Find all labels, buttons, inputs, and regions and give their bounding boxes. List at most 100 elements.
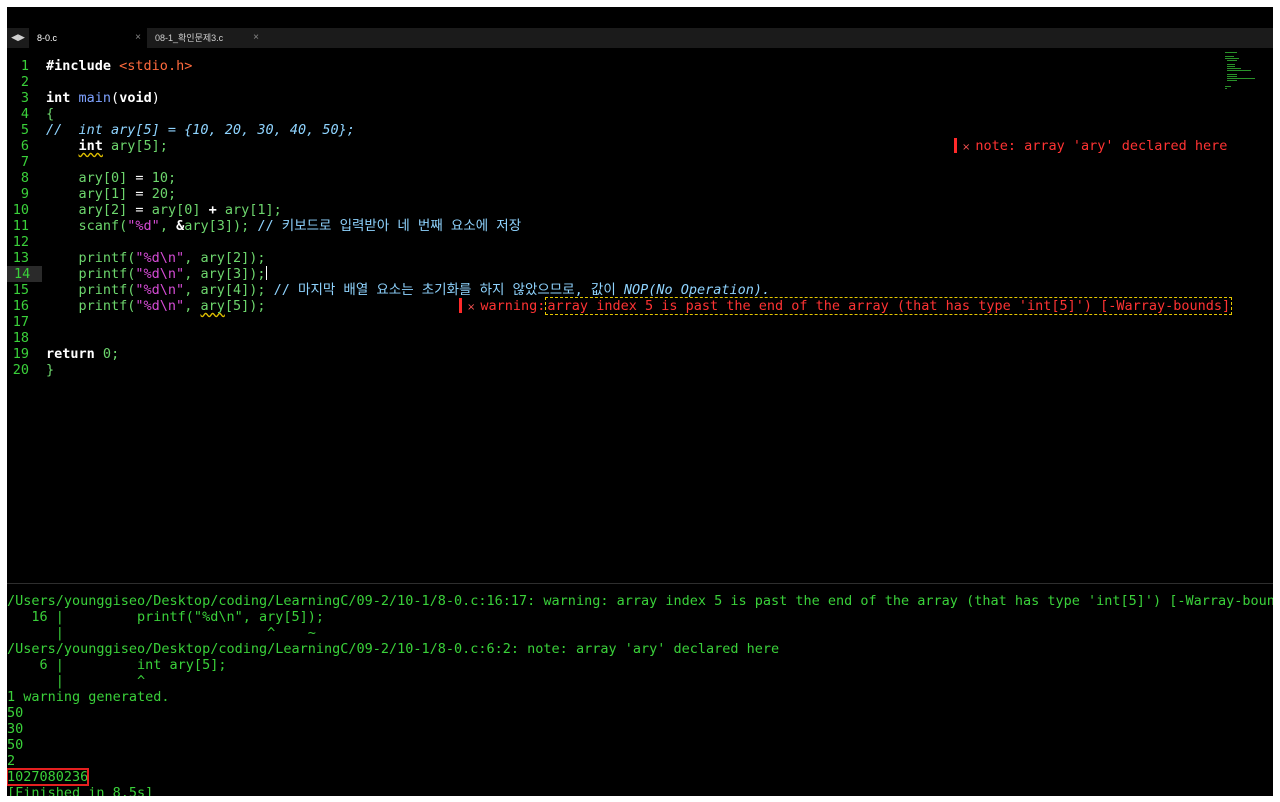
- number: 10: [151, 170, 168, 186]
- text-cursor: [265, 266, 267, 280]
- code-line-16: printf("%d\n", ary[5]);: [46, 298, 266, 314]
- string-literal: "%d": [127, 218, 160, 234]
- close-icon[interactable]: ×: [962, 142, 970, 153]
- output-line: 1 warning generated.: [7, 689, 170, 705]
- line-number: 19: [12, 346, 29, 362]
- function-name: main: [78, 90, 112, 106]
- line-number: 12: [12, 234, 29, 250]
- line-number: 10: [12, 202, 29, 218]
- minimap[interactable]: [1225, 52, 1255, 92]
- tab-8-0-c[interactable]: 8-0.c ×: [29, 28, 147, 48]
- call-end: );: [249, 282, 274, 298]
- close-icon[interactable]: ×: [135, 28, 141, 48]
- semicolon: ;: [111, 346, 120, 362]
- paren: ): [151, 90, 160, 106]
- forward-arrow-icon[interactable]: ▶: [18, 33, 25, 43]
- build-output-panel[interactable]: /Users/younggiseo/Desktop/coding/Learnin…: [7, 583, 1273, 796]
- array-index: [5]: [224, 298, 250, 314]
- code-line-1: #include <stdio.h>: [46, 58, 192, 74]
- semicolon: ;: [273, 202, 282, 218]
- line-number: 20: [12, 362, 29, 378]
- array-element: ary[1]: [78, 186, 128, 202]
- warning-label: warning:: [480, 298, 546, 314]
- output-line: 50: [7, 737, 24, 753]
- code-line-14: printf("%d\n", ary[3]);: [46, 266, 267, 282]
- declaration: ary[5];: [102, 138, 168, 154]
- comment: // 마지막 배열 요소는 초기화를 하지 않았으므로, 값이: [273, 282, 624, 298]
- include-directive: #include: [46, 58, 112, 74]
- output-line: 50: [7, 705, 24, 721]
- tab-label: 08-1_확인문제3.c: [155, 33, 224, 43]
- string-literal: "%d\n": [135, 282, 185, 298]
- comma: ,: [184, 298, 201, 314]
- array-element: ary[0]: [78, 170, 128, 186]
- operator: =: [127, 202, 152, 218]
- string-literal: "%d\n": [135, 250, 185, 266]
- semicolon: ;: [167, 170, 177, 186]
- warning-text: array index 5 is past the end of the arr…: [545, 297, 1233, 315]
- array-element: ary[0]: [151, 202, 201, 218]
- line-number: 17: [12, 314, 29, 330]
- operator: =: [127, 170, 152, 186]
- line-number: 9: [20, 186, 29, 202]
- line-number: 6: [20, 138, 29, 154]
- line-number: 3: [20, 90, 29, 106]
- output-line: /Users/younggiseo/Desktop/coding/Learnin…: [7, 593, 1273, 609]
- code-line-4: {: [46, 106, 55, 122]
- function-call: printf(: [78, 298, 136, 314]
- tab-nav-arrows[interactable]: ◀▶: [7, 28, 29, 48]
- call-end: );: [249, 250, 266, 266]
- output-line-highlighted: 1027080236: [7, 768, 90, 786]
- string-literal: "%d\n": [135, 266, 185, 282]
- code-line-8: ary[0] = 10;: [46, 170, 177, 186]
- comma: ,: [184, 250, 201, 266]
- operator: +: [200, 202, 225, 218]
- output-line: 30: [7, 721, 24, 737]
- tab-label: 8-0.c: [37, 33, 58, 43]
- inline-warning-annotation[interactable]: × warning: array index 5 is past the end o…: [459, 297, 1233, 316]
- array-element: ary[4]: [200, 282, 250, 298]
- param-keyword: void: [119, 90, 152, 106]
- code-line-10: ary[2] = ary[0] + ary[1];: [46, 202, 282, 218]
- output-line: 16 | printf("%d\n", ary[5]);: [7, 609, 324, 625]
- code-line-6: int ary[5];: [46, 138, 168, 154]
- type-keyword: int: [78, 138, 103, 154]
- tab-08-1-c[interactable]: 08-1_확인문제3.c ×: [147, 28, 265, 48]
- array-element: ary[2]: [200, 250, 250, 266]
- code-line-13: printf("%d\n", ary[2]);: [46, 250, 266, 266]
- sublime-text-window: ◀▶ 8-0.c × 08-1_확인문제3.c × 1 2 3 4 5 6 7 …: [7, 7, 1273, 796]
- output-finished-line: [Finished in 8.5s]: [7, 785, 154, 796]
- back-arrow-icon[interactable]: ◀: [11, 33, 18, 43]
- line-number: 4: [20, 106, 29, 122]
- note-text: note: array 'ary' declared here: [975, 138, 1228, 154]
- line-number: 7: [20, 154, 29, 170]
- array-element: ary[2]: [78, 202, 128, 218]
- comma: ,: [184, 282, 201, 298]
- type-keyword: int: [46, 90, 71, 106]
- close-icon[interactable]: ×: [253, 28, 259, 48]
- code-editor[interactable]: 1 2 3 4 5 6 7 8 9 10 11 12 13 14 15 16 1…: [7, 48, 1273, 583]
- line-number: 18: [12, 330, 29, 346]
- array-element: ary[3]: [184, 218, 233, 234]
- operator: =: [127, 186, 152, 202]
- tab-bar: ◀▶ 8-0.c × 08-1_확인문제3.c ×: [7, 28, 1273, 48]
- line-number: 16: [12, 298, 29, 314]
- comma: ,: [184, 266, 201, 282]
- close-icon[interactable]: ×: [467, 302, 475, 313]
- comment: // 키보드로 입력받아 네 번째 요소에 저장: [257, 218, 522, 234]
- line-number: 8: [20, 170, 29, 186]
- include-header: <stdio.h>: [119, 58, 193, 74]
- call-end: );: [249, 266, 266, 282]
- line-number-current: 14: [7, 266, 42, 282]
- code-line-11: scanf("%d", &ary[3]); // 키보드로 입력받아 네 번째 …: [46, 218, 522, 234]
- line-number: 2: [20, 74, 29, 90]
- string-literal: "%d\n": [135, 298, 185, 314]
- semicolon: ;: [167, 186, 177, 202]
- inline-note-annotation[interactable]: × note: array 'ary' declared here: [954, 138, 1227, 156]
- output-line: /Users/younggiseo/Desktop/coding/Learnin…: [7, 641, 780, 657]
- number: 0: [102, 346, 112, 362]
- annotation-bar: [459, 298, 462, 313]
- line-number: 5: [20, 122, 29, 138]
- call-end: );: [233, 218, 258, 234]
- line-number: 13: [12, 250, 29, 266]
